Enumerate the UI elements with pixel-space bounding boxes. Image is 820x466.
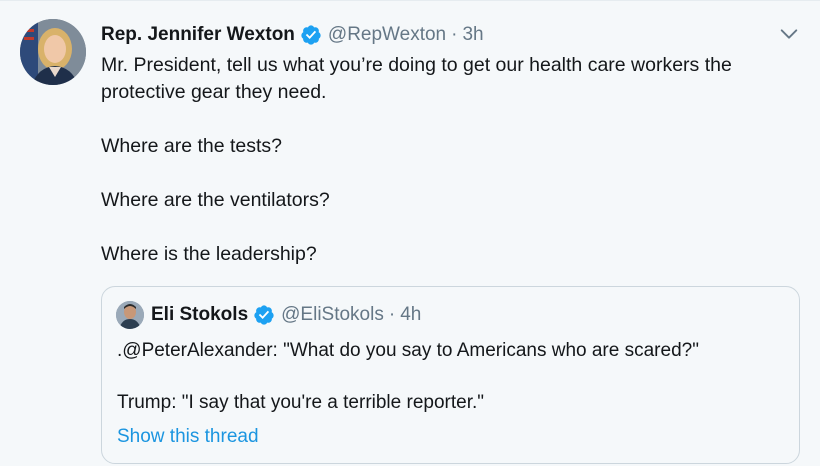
tweet[interactable]: Rep. Jennifer Wexton @RepWexton · 3h Mr.… (0, 0, 820, 466)
tweet-text: Mr. President, tell us what you’re doing… (101, 52, 800, 268)
chevron-down-icon[interactable] (778, 23, 800, 45)
meta-separator: · (388, 304, 396, 325)
tweet-header: Rep. Jennifer Wexton @RepWexton · 3h (101, 22, 800, 48)
quoted-author-avatar[interactable] (116, 301, 144, 329)
author-handle[interactable]: @RepWexton (328, 24, 446, 46)
tweet-paragraph: Where are the ventilators? (101, 189, 330, 211)
verified-badge-icon (301, 25, 321, 45)
tweet-paragraph: Where is the leadership? (101, 243, 317, 265)
tweet-paragraph: Mr. President, tell us what you’re doing… (101, 54, 732, 103)
quoted-tweet-header: Eli Stokols @EliStokols · 4h (151, 302, 421, 328)
quoted-tweet-paragraph: .@PeterAlexander: "What do you say to Am… (117, 340, 699, 361)
quoted-author-handle[interactable]: @EliStokols (281, 304, 384, 326)
quoted-tweet-timestamp[interactable]: 4h (400, 304, 421, 326)
meta-separator: · (451, 24, 458, 45)
quoted-tweet-paragraph: Trump: "I say that you're a terrible rep… (117, 392, 485, 413)
quoted-tweet[interactable]: Eli Stokols @EliStokols · 4h .@PeterAlex… (101, 286, 800, 464)
quoted-tweet-text: .@PeterAlexander: "What do you say to Am… (117, 338, 784, 416)
show-thread-link[interactable]: Show this thread (117, 426, 259, 448)
author-name[interactable]: Rep. Jennifer Wexton (101, 24, 295, 46)
quoted-author-name[interactable]: Eli Stokols (151, 304, 248, 326)
tweet-main: Rep. Jennifer Wexton @RepWexton · 3h Mr.… (101, 22, 800, 268)
tweet-timestamp[interactable]: 3h (462, 24, 483, 46)
author-avatar[interactable] (20, 19, 86, 85)
verified-badge-icon (254, 305, 274, 325)
tweet-paragraph: Where are the tests? (101, 135, 283, 157)
